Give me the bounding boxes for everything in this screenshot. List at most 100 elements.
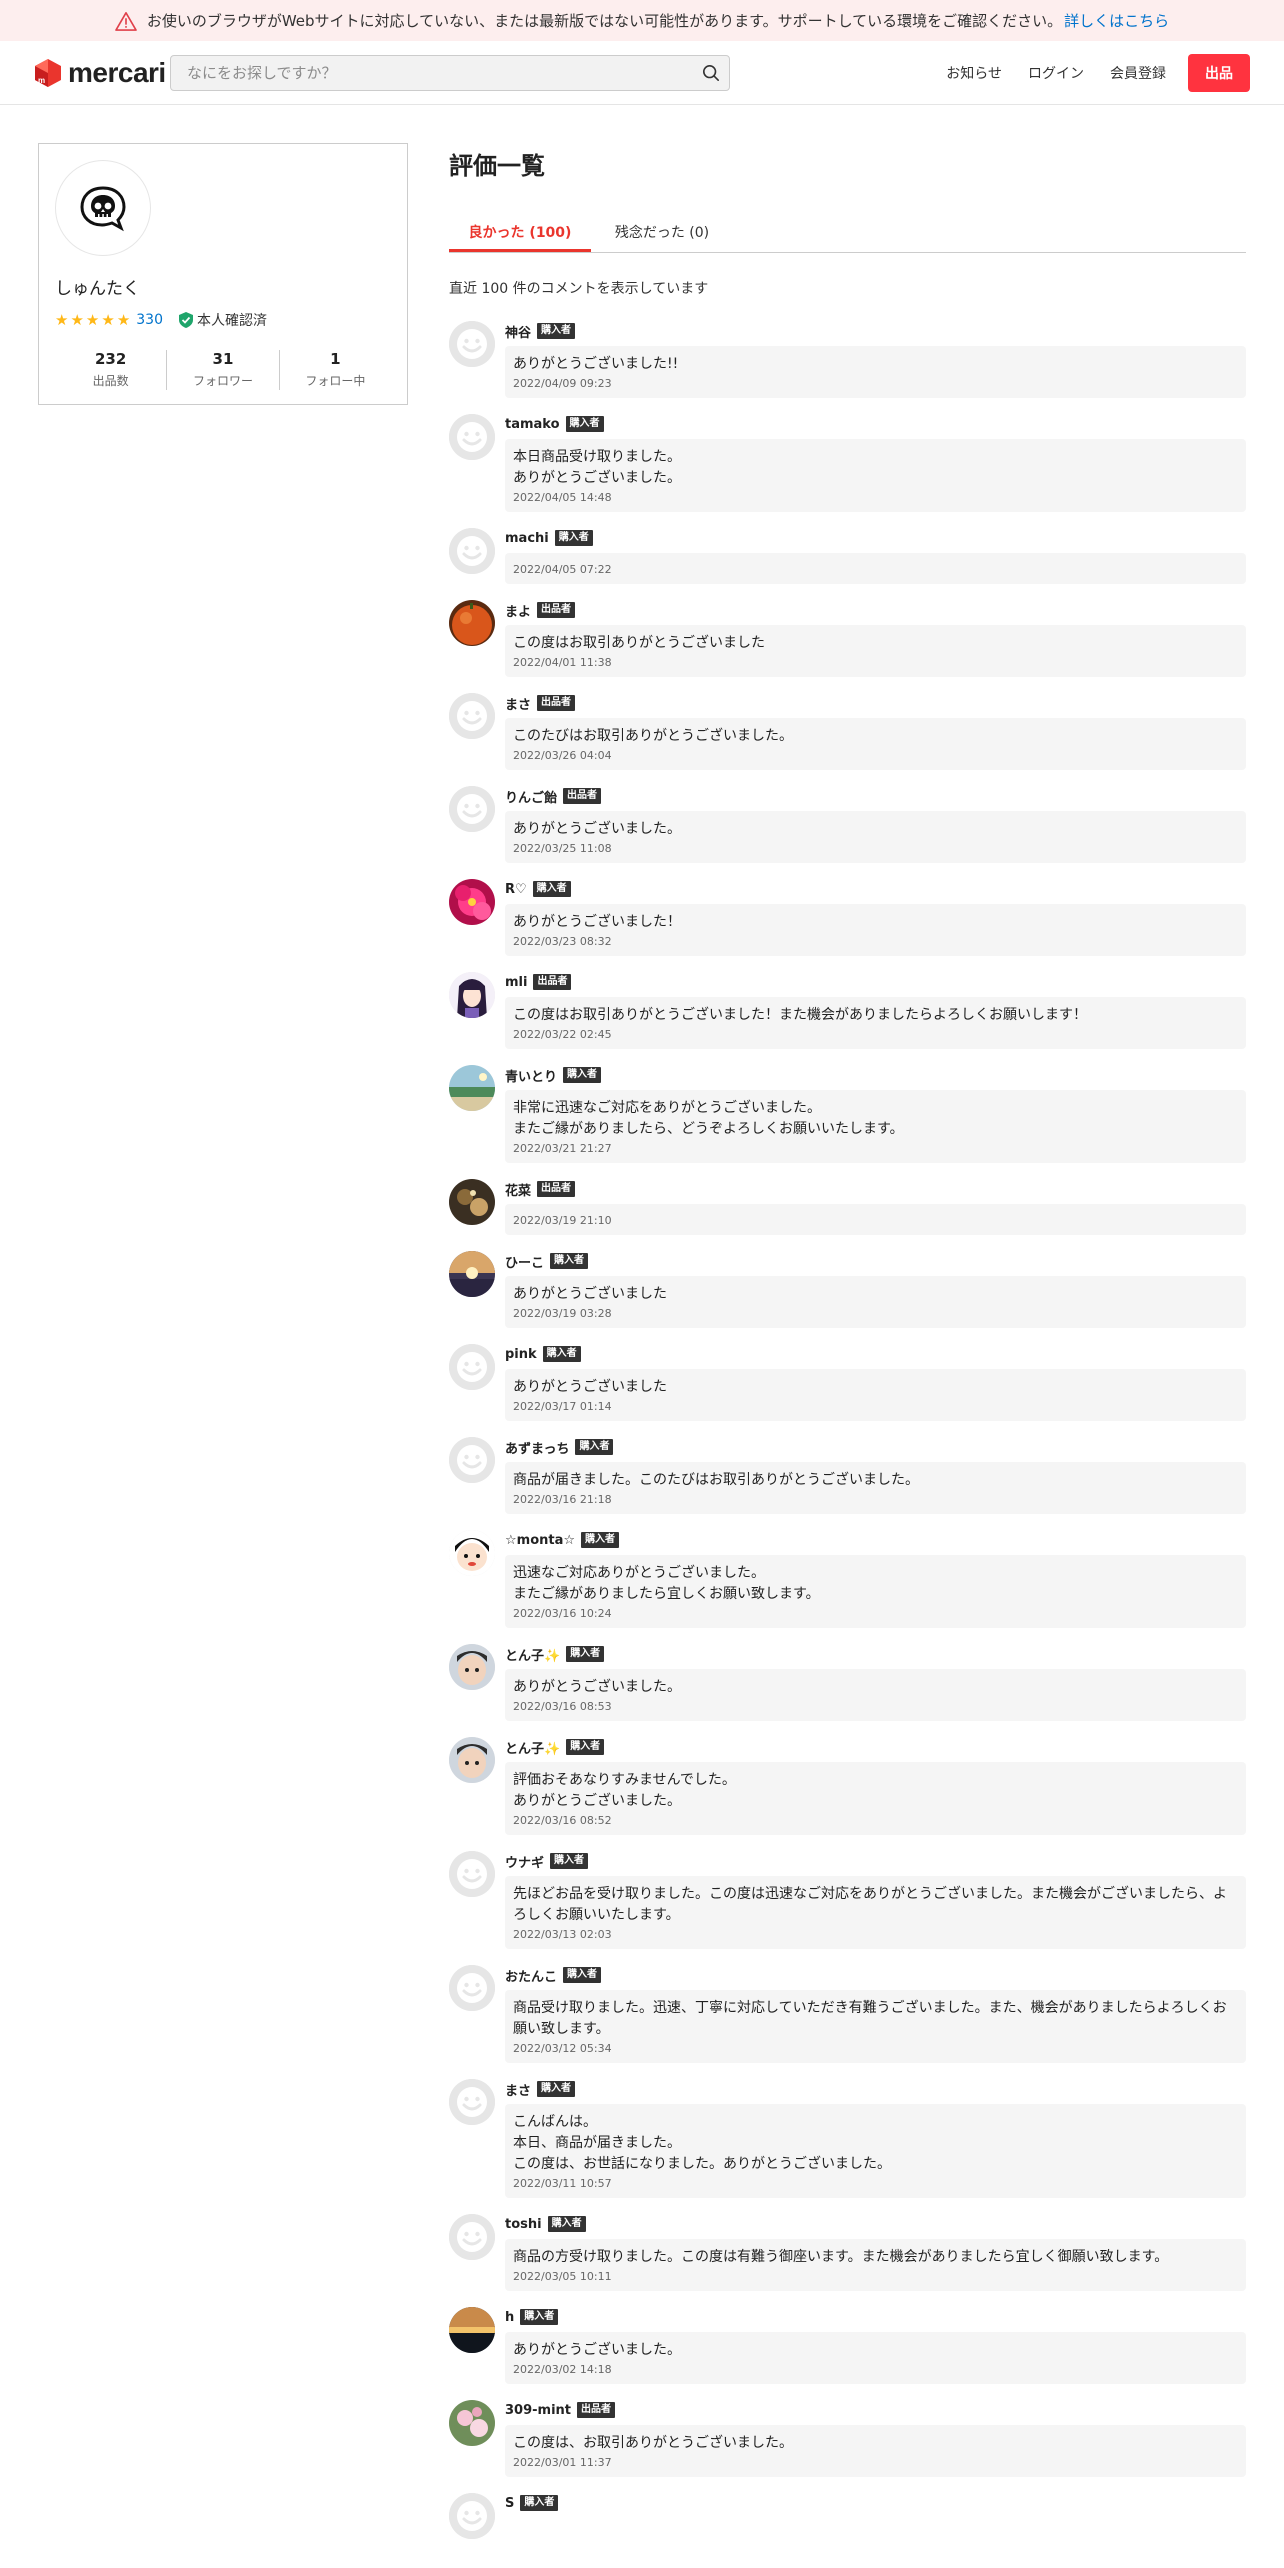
reviewer-role-badge: 購入者 [566, 1739, 605, 1755]
review-comment-bubble: ありがとうございました。 2022/03/25 11:08 [505, 811, 1246, 863]
reviewer-avatar[interactable] [449, 1965, 495, 2011]
reviewer-avatar[interactable] [449, 786, 495, 832]
reviewer-avatar[interactable] [449, 693, 495, 739]
reviewer-name[interactable]: ひーこ [505, 1252, 544, 1271]
reviewer-name[interactable]: h [505, 2310, 514, 2325]
stat-following[interactable]: 1 フォロー中 [280, 350, 391, 390]
reviewer-name[interactable]: 神谷 [505, 322, 531, 341]
reviewer-avatar[interactable] [449, 2079, 495, 2125]
reviewer-name[interactable]: R♡ [505, 882, 527, 897]
review-body: 青いとり 購入者 非常に迅速なご対応をありがとうございました。 またご縁がありました… [505, 1065, 1246, 1163]
review-item: R♡ 購入者 ありがとうございました！ 2022/03/23 08:32 [449, 879, 1246, 956]
review-comment-bubble: 先ほどお品を受け取りました。この度は迅速なご対応をありがとうございました。また機… [505, 1876, 1246, 1949]
reviewer-avatar[interactable] [449, 879, 495, 925]
review-header: ☆monta☆ 購入者 [505, 1530, 1246, 1550]
reviewer-name[interactable]: ウナギ [505, 1852, 544, 1871]
banner-message: お使いのブラウザがWebサイトに対応していない、または最新版ではない可能性があり… [146, 12, 1063, 30]
review-item: 花菜 出品者 2022/03/19 21:10 [449, 1179, 1246, 1235]
reviewer-role-badge: 購入者 [554, 530, 593, 546]
stat-listings[interactable]: 232 出品数 [55, 350, 168, 390]
sell-button[interactable]: 出品 [1188, 54, 1250, 92]
review-tabs: 良かった (100) 残念だった (0) [449, 211, 1246, 253]
reviewer-avatar[interactable] [449, 2307, 495, 2353]
review-comment-bubble: ありがとうございました!! 2022/04/09 09:23 [505, 346, 1246, 398]
reviewer-name[interactable]: 309-mint [505, 2403, 571, 2418]
review-item: おたんこ 購入者 商品受け取りました。迅速、丁寧に対応していただき有難うございました… [449, 1965, 1246, 2063]
reviewer-avatar[interactable] [449, 600, 495, 646]
reviewer-avatar[interactable] [449, 414, 495, 460]
reviewer-avatar[interactable] [449, 1344, 495, 1390]
review-header: ウナギ 購入者 [505, 1851, 1246, 1871]
reviewer-avatar[interactable] [449, 321, 495, 367]
review-body: 神谷 購入者ありがとうございました!! 2022/04/09 09:23 [505, 321, 1246, 398]
review-comment: ありがとうございました [513, 1286, 667, 1302]
review-item: S 購入者 [449, 2493, 1246, 2539]
reviewer-avatar[interactable] [449, 1737, 495, 1783]
review-header: 神谷 購入者 [505, 321, 1246, 341]
tab-good[interactable]: 良かった (100) [449, 211, 591, 252]
reviewer-name[interactable]: S [505, 2496, 514, 2511]
profile-rating[interactable]: ★ ★ ★ ★ ★ 330 本人確認済 [55, 310, 267, 330]
tab-bad[interactable]: 残念だった (0) [591, 211, 733, 252]
reviewer-avatar[interactable] [449, 528, 495, 574]
search-icon[interactable] [702, 64, 720, 82]
review-body: まさ 購入者 こんばんは。 本日、商品が届きました。 この度は、お世話になりました。… [505, 2079, 1246, 2198]
banner-details-link[interactable]: 詳しくはこちら [1064, 10, 1169, 31]
review-date: 2022/03/16 10:24 [513, 1607, 612, 1620]
mercari-logo[interactable]: m mercari [34, 57, 166, 89]
search-input[interactable] [171, 56, 729, 90]
signup-link[interactable]: 会員登録 [1110, 63, 1166, 83]
notifications-link[interactable]: お知らせ [946, 63, 1002, 83]
review-date: 2022/03/16 21:18 [513, 1493, 612, 1506]
reviewer-name[interactable]: pink [505, 1347, 537, 1362]
stat-value: 232 [95, 350, 127, 368]
review-list: 神谷 購入者 ありがとうございました!! 2022/04/09 09:23 tamako… [449, 321, 1246, 2555]
reviewer-avatar[interactable] [449, 1644, 495, 1690]
reviewer-name[interactable]: まよ [505, 601, 531, 620]
reviewer-avatar[interactable] [449, 972, 495, 1018]
reviewer-name[interactable]: りんご飴 [505, 787, 557, 806]
reviewer-name[interactable]: toshi [505, 2217, 542, 2232]
reviewer-name[interactable]: mli [505, 975, 527, 990]
reviewer-avatar[interactable] [449, 1065, 495, 1111]
review-item: 神谷 購入者ありがとうございました!! 2022/04/09 09:23 [449, 321, 1246, 398]
review-comment-bubble: 商品受け取りました。迅速、丁寧に対応していただき有難うございました。また、機会が… [505, 1990, 1246, 2063]
reviewer-name[interactable]: machi [505, 531, 549, 546]
search-box[interactable] [170, 55, 730, 91]
reviewer-name[interactable]: まさ [505, 694, 531, 713]
review-comment: 本日商品受け取りました。 ありがとうございました。 [513, 449, 681, 486]
reviewer-name[interactable]: tamako [505, 417, 560, 432]
review-summary: 直近 100 件のコメントを表示しています [449, 281, 709, 297]
reviewer-name[interactable]: とん子✨ [505, 1738, 560, 1757]
review-body: tamako 購入者 本日商品受け取りました。 ありがとうございました。 2022/0… [505, 414, 1246, 512]
reviewer-name[interactable]: まさ [505, 2080, 531, 2099]
reviewer-name[interactable]: 花菜 [505, 1180, 531, 1199]
reviewer-role-badge: 購入者 [550, 1253, 589, 1269]
login-link[interactable]: ログイン [1028, 63, 1084, 83]
review-body: あずまっち 購入者 商品が届きました。このたびはお取引ありがとうございました。 202… [505, 1437, 1246, 1514]
reviewer-avatar[interactable] [449, 2400, 495, 2446]
reviewer-name[interactable]: ☆monta☆ [505, 1533, 575, 1548]
reviewer-avatar[interactable] [449, 2493, 495, 2539]
review-body: 花菜 出品者 2022/03/19 21:10 [505, 1179, 1246, 1235]
reviewer-avatar[interactable] [449, 1179, 495, 1225]
reviewer-avatar[interactable] [449, 1437, 495, 1483]
review-header: 309-mint 出品者 [505, 2400, 1246, 2420]
review-item: 青いとり 購入者 非常に迅速なご対応をありがとうございました。 またご縁がありました… [449, 1065, 1246, 1163]
reviewer-name[interactable]: あずまっち [505, 1438, 569, 1457]
review-comment-bubble: この度は、お取引ありがとうございました。 2022/03/01 11:37 [505, 2425, 1246, 2477]
reviewer-avatar[interactable] [449, 2214, 495, 2260]
reviewer-avatar[interactable] [449, 1251, 495, 1297]
reviewer-name[interactable]: おたんこ [505, 1966, 557, 1985]
review-item: とん子✨ 購入者 評価おそあなりすみませんでした。 ありがとうございました。 2022… [449, 1737, 1246, 1835]
reviewer-avatar[interactable] [449, 1851, 495, 1897]
review-date: 2022/03/25 11:08 [513, 842, 612, 855]
review-comment: ありがとうございました！ [513, 914, 681, 930]
rating-count[interactable]: 330 [136, 312, 163, 328]
reviewer-name[interactable]: 青いとり [505, 1066, 557, 1085]
reviewer-name[interactable]: とん子✨ [505, 1645, 560, 1664]
reviewer-avatar[interactable] [449, 1530, 495, 1576]
stat-followers[interactable]: 31 フォロワー [167, 350, 280, 390]
profile-avatar [55, 160, 151, 256]
review-date: 2022/04/09 09:23 [513, 377, 612, 390]
